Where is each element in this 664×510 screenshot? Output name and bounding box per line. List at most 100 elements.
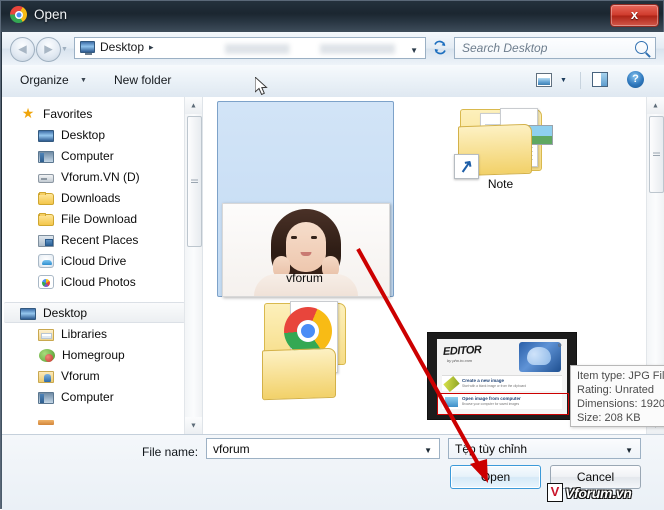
scroll-down-button[interactable]: ▼ [185,417,202,434]
scroll-up-button[interactable]: ▲ [647,97,664,114]
sidebar-item-libraries[interactable]: Libraries [2,323,202,344]
breadcrumb-item-desktop[interactable]: Desktop [100,40,144,54]
forward-button[interactable]: ▶ [36,37,61,62]
user-folder-icon [38,370,54,383]
navigation-pane: ★ Favorites Desktop Computer Vforum.VN (… [2,97,202,434]
sidebar-item-vforum[interactable]: Vforum [2,365,202,386]
breadcrumb-separator-icon[interactable]: ▸ [149,42,154,53]
sidebar-item-homegroup[interactable]: Homegroup [2,344,202,365]
editor-sublogo: by pho.to.com [447,358,473,363]
ghost-menu-item [291,11,306,23]
dialog-body: ★ Favorites Desktop Computer Vforum.VN (… [2,97,664,434]
sidebar-item-icloud-drive[interactable]: iCloud Drive [2,250,202,271]
scroll-up-button[interactable]: ▲ [185,97,202,114]
sidebar-item-label: Computer [61,148,114,163]
preview-pane-icon[interactable] [592,72,608,87]
file-item-label: Note [487,177,514,191]
sidebar-item-computer[interactable]: Computer [2,145,202,166]
organize-button[interactable]: Organize [20,73,69,87]
search-input[interactable]: Search Desktop [454,37,656,59]
file-name-chevron-down-icon[interactable]: ▼ [424,446,432,455]
gear-icon: ⚙ [557,343,562,349]
forward-arrow-icon: ▶ [44,43,53,55]
chevron-up-icon: ▲ [190,102,197,109]
recent-locations-icon[interactable]: ▼ [61,46,68,53]
organize-chevron-down-icon[interactable]: ▼ [80,77,87,84]
sidebar-item-vforum-vn-d[interactable]: Vforum.VN (D) [2,166,202,187]
scrollbar-thumb[interactable] [187,116,202,247]
editor-logo: EDITOR [442,344,482,358]
monitor-icon [38,129,54,142]
monitor-icon [80,41,95,55]
new-folder-button[interactable]: New folder [114,73,171,87]
back-button[interactable]: ◀ [10,37,35,62]
partial-item-icon [38,419,54,425]
chevron-down-icon: ▼ [190,422,197,429]
file-name-label: File name: [142,445,199,459]
window-title: Open [34,7,68,22]
sidebar-item-desktop[interactable]: Desktop [2,124,202,145]
file-name-input[interactable]: vforum ▼ [206,438,440,459]
address-bar-blurred-area [225,44,395,54]
file-item-chrome-folder[interactable] [217,299,392,401]
portrait-eye-left [291,236,297,239]
open-button[interactable]: Open [450,465,541,489]
editor-option-row: Create a new image Start with a blank im… [442,375,562,393]
address-bar[interactable]: Desktop ▸ ▼ [74,37,426,59]
sidebar-item-file-download[interactable]: File Download [2,208,202,229]
refresh-glyph [434,40,446,55]
sidebar-item-partial[interactable] [2,407,202,428]
sidebar-item-label: iCloud Drive [61,253,127,268]
change-view-icon[interactable] [536,73,552,87]
view-chevron-down-icon[interactable]: ▼ [560,77,567,84]
tooltip-line-dimensions: Dimensions: 1920 x 1080 [577,398,664,410]
recent-places-icon [38,234,54,247]
editor-butterfly-image [519,342,561,372]
shortcut-arrow-icon: ↗ [456,155,475,178]
tooltip-line-rating: Rating: Unrated [577,384,655,396]
sidebar-item-icloud-photos[interactable]: iCloud Photos [2,271,202,292]
editor-option-desc: Start with a blank image or from the cli… [462,384,527,388]
tooltip-line-item-type: Item type: JPG File [577,370,664,382]
ghost-menu-item [256,11,265,23]
sidebar-item-label: Recent Places [61,232,139,247]
tooltip-line-size: Size: 208 KB [577,412,641,424]
chevron-down-icon[interactable]: ▼ [410,46,418,55]
help-icon[interactable]: ? [627,71,644,88]
computer-icon [38,150,54,163]
ghost-menu-item [220,11,229,23]
sidebar-item-label: Computer [61,389,114,404]
portrait-eye-right [311,236,317,239]
star-icon: ★ [21,105,35,121]
refresh-icon[interactable] [432,40,448,58]
sidebar-item-label: Vforum [61,368,100,383]
pencil-icon [443,375,460,393]
scrollbar-grip [653,152,660,157]
folder-shortcut-icon: ↗ [453,105,553,179]
close-button[interactable]: x [610,4,659,27]
thumbnail-editor-screenshot: EDITOR by pho.to.com ⚙ Create a new imag… [427,332,577,420]
file-item-note[interactable]: ↗ Note [413,105,588,191]
scrollbar-thumb[interactable] [649,116,664,193]
navigation-pane-scrollbar[interactable]: ▲ ▼ [184,97,202,434]
sidebar-item-computer-2[interactable]: Computer [2,386,202,407]
folder-chrome-icon [261,299,348,401]
blurred-background-menu [176,11,338,23]
sidebar-item-label: Libraries [61,326,108,341]
drive-icon [38,173,54,183]
monitor-icon [20,307,36,320]
sidebar-item-downloads[interactable]: Downloads [2,187,202,208]
sidebar-group-favorites[interactable]: ★ Favorites [2,103,202,124]
sidebar-divider [2,292,202,302]
chrome-icon [10,6,27,23]
file-list-pane[interactable]: vforum ↗ Note EDITOR by pho.to.com ⚙ Cre… [202,97,664,434]
file-type-dropdown[interactable]: Tệp tùy chỉnh ▼ [448,438,641,459]
toolbar-divider [580,72,581,89]
file-type-chevron-down-icon: ▼ [625,446,633,455]
sidebar-group-desktop[interactable]: Desktop [4,302,185,323]
sidebar-item-recent-places[interactable]: Recent Places [2,229,202,250]
sidebar-item-label: Downloads [61,190,121,205]
file-name-value: vforum [213,442,250,456]
icloud-drive-icon [38,253,54,268]
file-tooltip: Item type: JPG File Rating: Unrated Dime… [570,365,664,427]
